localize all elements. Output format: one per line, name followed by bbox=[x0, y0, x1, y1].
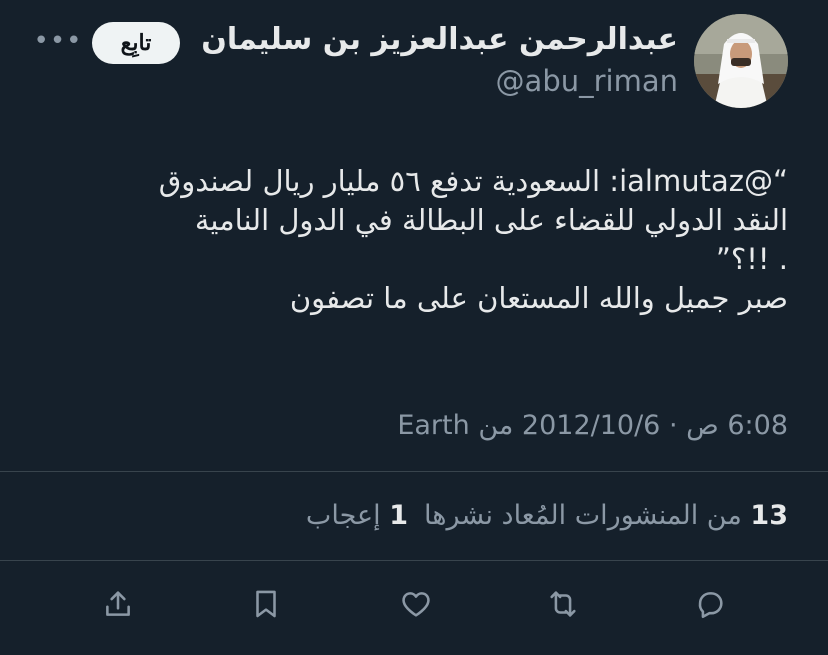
retweets-label: من المنشورات المُعاد نشرها bbox=[424, 500, 742, 531]
divider bbox=[0, 471, 828, 472]
tweet-text-line: النقد الدولي للقضاء على البطالة في الدول… bbox=[194, 203, 788, 237]
tweet-timestamp[interactable]: 6:08 ص · 2012/10/6 من Earth bbox=[397, 410, 788, 441]
likes-label: إعجاب bbox=[305, 500, 381, 531]
retweets-count: 13 bbox=[750, 500, 788, 531]
user-handle[interactable]: @abu_riman bbox=[496, 64, 678, 98]
like-icon[interactable] bbox=[396, 584, 436, 624]
follow-button[interactable]: تابِع bbox=[92, 22, 180, 64]
avatar[interactable] bbox=[694, 14, 788, 108]
likes-stat[interactable]: 1 إعجاب bbox=[306, 500, 408, 531]
share-icon[interactable] bbox=[98, 584, 138, 624]
tweet-header: عبدالرحمن عبدالعزيز بن سليمان @abu_riman… bbox=[0, 0, 828, 130]
tweet-actions bbox=[0, 578, 828, 634]
more-options-icon[interactable]: ••• bbox=[34, 26, 82, 56]
likes-count: 1 bbox=[389, 500, 408, 531]
display-name[interactable]: عبدالرحمن عبدالعزيز بن سليمان bbox=[201, 22, 678, 57]
tweet-stats: 13 من المنشورات المُعاد نشرها 1 إعجاب bbox=[306, 500, 788, 531]
avatar-image bbox=[694, 14, 788, 108]
bookmark-icon[interactable] bbox=[246, 584, 286, 624]
tweet-text: “@ialmutaz: السعودية تدفع ٥٦ مليار ريال … bbox=[28, 162, 788, 318]
divider bbox=[0, 560, 828, 561]
tweet-text-line: “@ialmutaz: السعودية تدفع ٥٦ مليار ريال … bbox=[158, 164, 788, 198]
tweet-text-line: . !!؟” bbox=[715, 242, 788, 276]
reply-icon[interactable] bbox=[690, 584, 730, 624]
retweets-stat[interactable]: 13 من المنشورات المُعاد نشرها bbox=[424, 500, 788, 531]
tweet-text-line: صبر جميل والله المستعان على ما تصفون bbox=[289, 281, 788, 315]
retweet-icon[interactable] bbox=[543, 584, 583, 624]
